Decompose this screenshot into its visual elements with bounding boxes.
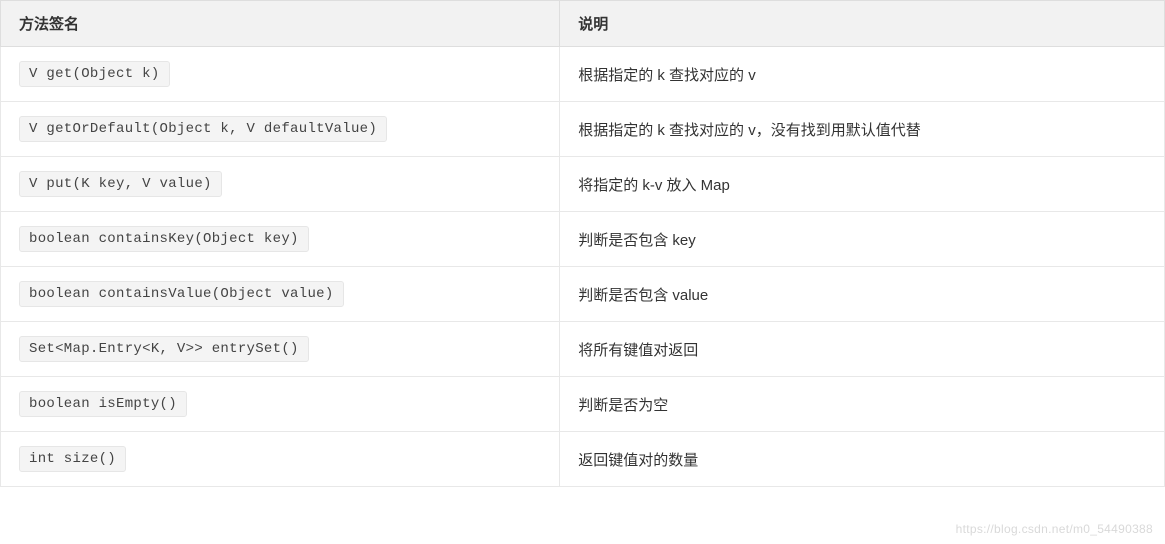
cell-signature: boolean containsValue(Object value)	[0, 267, 559, 322]
cell-description: 将所有键值对返回	[559, 322, 1165, 377]
header-signature: 方法签名	[0, 0, 559, 47]
cell-description: 根据指定的 k 查找对应的 v	[559, 47, 1165, 102]
cell-signature: Set<Map.Entry<K, V>> entrySet()	[0, 322, 559, 377]
cell-description: 根据指定的 k 查找对应的 v，没有找到用默认值代替	[559, 102, 1165, 157]
method-signature-code: boolean isEmpty()	[19, 391, 187, 417]
cell-signature: boolean isEmpty()	[0, 377, 559, 432]
method-signature-code: V getOrDefault(Object k, V defaultValue)	[19, 116, 387, 142]
method-signature-code: V put(K key, V value)	[19, 171, 222, 197]
method-signature-code: boolean containsValue(Object value)	[19, 281, 344, 307]
table-row: Set<Map.Entry<K, V>> entrySet() 将所有键值对返回	[0, 322, 1165, 377]
method-signature-code: int size()	[19, 446, 126, 472]
cell-signature: V put(K key, V value)	[0, 157, 559, 212]
table-row: int size() 返回键值对的数量	[0, 432, 1165, 487]
cell-signature: int size()	[0, 432, 559, 487]
method-signature-code: V get(Object k)	[19, 61, 170, 87]
cell-description: 将指定的 k-v 放入 Map	[559, 157, 1165, 212]
api-methods-table: 方法签名 说明 V get(Object k) 根据指定的 k 查找对应的 v …	[0, 0, 1165, 487]
watermark-text: https://blog.csdn.net/m0_54490388	[956, 522, 1153, 536]
cell-signature: boolean containsKey(Object key)	[0, 212, 559, 267]
table-row: boolean containsKey(Object key) 判断是否包含 k…	[0, 212, 1165, 267]
table-row: V get(Object k) 根据指定的 k 查找对应的 v	[0, 47, 1165, 102]
method-signature-code: boolean containsKey(Object key)	[19, 226, 309, 252]
table-row: boolean containsValue(Object value) 判断是否…	[0, 267, 1165, 322]
cell-description: 判断是否包含 value	[559, 267, 1165, 322]
cell-signature: V getOrDefault(Object k, V defaultValue)	[0, 102, 559, 157]
cell-description: 返回键值对的数量	[559, 432, 1165, 487]
header-description: 说明	[559, 0, 1165, 47]
table-row: boolean isEmpty() 判断是否为空	[0, 377, 1165, 432]
table-row: V getOrDefault(Object k, V defaultValue)…	[0, 102, 1165, 157]
cell-description: 判断是否包含 key	[559, 212, 1165, 267]
method-signature-code: Set<Map.Entry<K, V>> entrySet()	[19, 336, 309, 362]
table-row: V put(K key, V value) 将指定的 k-v 放入 Map	[0, 157, 1165, 212]
cell-signature: V get(Object k)	[0, 47, 559, 102]
cell-description: 判断是否为空	[559, 377, 1165, 432]
table-header-row: 方法签名 说明	[0, 0, 1165, 47]
